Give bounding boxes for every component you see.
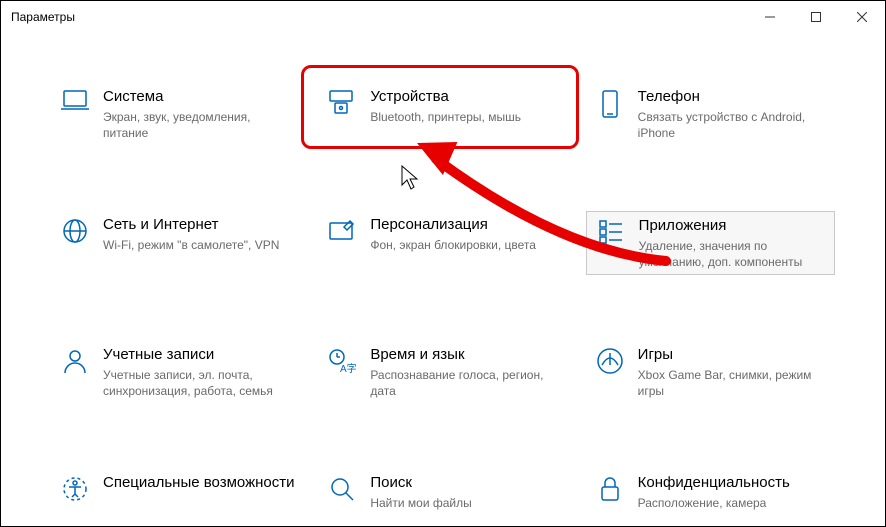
- laptop-icon: [60, 89, 90, 113]
- close-icon: [857, 12, 867, 22]
- apps-icon: [597, 218, 625, 246]
- tile-title: Игры: [638, 345, 831, 365]
- gaming-icon: [596, 347, 624, 375]
- svg-text:A字: A字: [340, 362, 357, 375]
- tile-sub: Удаление, значения по умолчанию, доп. ко…: [639, 238, 830, 270]
- close-button[interactable]: [839, 1, 885, 33]
- title-bar: Параметры: [1, 1, 885, 33]
- tile-title: Специальные возможности: [103, 473, 296, 493]
- settings-grid: Система Экран, звук, уведомления, питани…: [1, 33, 885, 527]
- tile-accounts[interactable]: Учетные записи Учетные записи, эл. почта…: [51, 341, 300, 403]
- tile-sub: Расположение, камера: [638, 495, 831, 511]
- tile-sub: Bluetooth, принтеры, мышь: [370, 109, 563, 125]
- tile-title: Устройства: [370, 87, 563, 107]
- tile-title: Сеть и Интернет: [103, 215, 296, 235]
- tile-sub: Фон, экран блокировки, цвета: [370, 237, 563, 253]
- tile-search[interactable]: Поиск Найти мои файлы: [318, 469, 567, 527]
- tile-title: Поиск: [370, 473, 563, 493]
- devices-icon: [327, 89, 357, 115]
- tile-apps[interactable]: Приложения Удаление, значения по умолчан…: [586, 211, 835, 275]
- maximize-button[interactable]: [793, 1, 839, 33]
- tile-sub: Xbox Game Bar, снимки, режим игры: [638, 367, 831, 399]
- tile-devices[interactable]: Устройства Bluetooth, принтеры, мышь: [318, 83, 567, 145]
- window-controls: [747, 1, 885, 33]
- phone-icon: [599, 89, 621, 119]
- tile-title: Конфиденциальность: [638, 473, 831, 493]
- tile-sub: Связать устройство с Android, iPhone: [638, 109, 831, 141]
- settings-window: Параметры Система Экран, звук, уведомлен…: [0, 0, 886, 527]
- tile-privacy[interactable]: Конфиденциальность Расположение, камера: [586, 469, 835, 527]
- tile-title: Персонализация: [370, 215, 563, 235]
- globe-icon: [61, 217, 89, 245]
- tile-title: Время и язык: [370, 345, 563, 365]
- ease-icon: [61, 475, 89, 503]
- tile-network[interactable]: Сеть и Интернет Wi-Fi, режим "в самолете…: [51, 211, 300, 275]
- time-icon: A字: [327, 347, 357, 375]
- window-title: Параметры: [11, 10, 75, 24]
- tile-title: Учетные записи: [103, 345, 296, 365]
- tile-ease-of-access[interactable]: Специальные возможности: [51, 469, 300, 527]
- tile-sub: Учетные записи, эл. почта, синхронизация…: [103, 367, 296, 399]
- accounts-icon: [61, 347, 89, 375]
- maximize-icon: [811, 12, 821, 22]
- tile-sub: Экран, звук, уведомления, питание: [103, 109, 296, 141]
- privacy-icon: [598, 475, 622, 503]
- tile-sub: Найти мои файлы: [370, 495, 563, 511]
- search-icon: [328, 475, 356, 503]
- tile-title: Приложения: [639, 216, 830, 236]
- tile-gaming[interactable]: Игры Xbox Game Bar, снимки, режим игры: [586, 341, 835, 403]
- tile-sub: Wi-Fi, режим "в самолете", VPN: [103, 237, 296, 253]
- minimize-button[interactable]: [747, 1, 793, 33]
- personalization-icon: [327, 217, 357, 243]
- tile-title: Телефон: [638, 87, 831, 107]
- tile-time[interactable]: A字 Время и язык Распознавание голоса, ре…: [318, 341, 567, 403]
- body-area: Система Экран, звук, уведомления, питани…: [1, 33, 885, 526]
- tile-sub: Распознавание голоса, регион, дата: [370, 367, 563, 399]
- tile-personalization[interactable]: Персонализация Фон, экран блокировки, цв…: [318, 211, 567, 275]
- tile-phone[interactable]: Телефон Связать устройство с Android, iP…: [586, 83, 835, 145]
- minimize-icon: [765, 12, 775, 22]
- tile-system[interactable]: Система Экран, звук, уведомления, питани…: [51, 83, 300, 145]
- tile-title: Система: [103, 87, 296, 107]
